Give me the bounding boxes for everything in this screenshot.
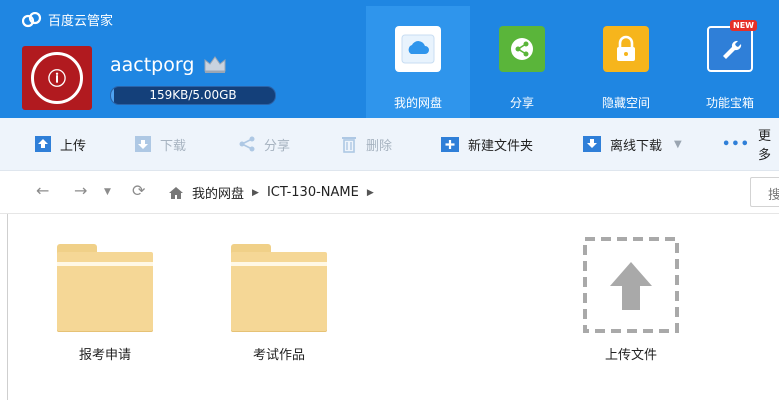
breadcrumb-separator-icon[interactable]: ▶ <box>252 188 259 198</box>
history-dropdown-icon[interactable]: ▼ <box>104 187 111 197</box>
offline-download-button[interactable]: 离线下载 ▼ <box>582 118 682 170</box>
search-placeholder: 搜 <box>768 188 779 203</box>
upload-file-label: 上传文件 <box>604 348 657 363</box>
tab-label: 分享 <box>509 96 534 110</box>
app-header: 百度云管家 ⓘ aactporg 159KB/5.00GB 我的网盘 分享 隐藏… <box>0 0 779 118</box>
vip-crown-icon[interactable] <box>203 54 227 74</box>
quota-text: 159KB/5.00GB <box>149 88 237 102</box>
folder-icon <box>57 244 153 332</box>
tab-hidden-space[interactable]: 隐藏空间 <box>574 6 678 118</box>
download-button[interactable]: 下载 <box>134 118 186 170</box>
app-brand: 百度云管家 <box>22 10 113 29</box>
file-area: 报考申请 考试作品 上传文件 <box>0 214 779 400</box>
upload-arrow-icon <box>582 236 680 334</box>
breadcrumb-separator-icon[interactable]: ▶ <box>367 188 374 198</box>
folder-icon <box>231 244 327 332</box>
avatar[interactable]: ⓘ <box>22 46 92 110</box>
tab-label: 我的网盘 <box>393 96 442 110</box>
chevron-down-icon[interactable]: ▼ <box>674 139 682 150</box>
download-icon <box>135 136 151 152</box>
home-icon[interactable] <box>168 186 184 200</box>
share-label: 分享 <box>264 138 291 154</box>
new-badge: NEW <box>730 20 757 31</box>
folder-item[interactable]: 考试作品 <box>224 244 334 363</box>
more-button[interactable]: ••• 更多 <box>722 118 779 170</box>
upload-label: 上传 <box>60 138 87 154</box>
tab-toolbox[interactable]: NEW 功能宝箱 <box>678 6 779 118</box>
tab-share[interactable]: 分享 <box>470 6 574 118</box>
offline-download-label: 离线下载 <box>610 138 663 154</box>
address-bar: ← → ▼ ⟳ 我的网盘 ▶ ICT-130-NAME ▶ 搜 <box>0 171 779 214</box>
share-button[interactable]: 分享 <box>238 118 290 170</box>
quota-bar: 159KB/5.00GB <box>110 86 276 105</box>
more-label: 更多 <box>757 129 771 163</box>
forward-arrow-icon[interactable]: → <box>74 181 87 200</box>
app-title: 百度云管家 <box>48 14 114 29</box>
username[interactable]: aactporg <box>110 54 194 76</box>
search-input[interactable]: 搜 <box>750 177 779 207</box>
share-small-icon <box>239 136 255 152</box>
new-folder-icon <box>441 137 459 152</box>
tab-label: 隐藏空间 <box>601 96 650 110</box>
upload-file-tile[interactable]: 上传文件 <box>576 236 686 363</box>
new-folder-label: 新建文件夹 <box>468 138 534 154</box>
wrench-icon: NEW <box>707 20 757 72</box>
upload-button[interactable]: 上传 <box>34 118 86 170</box>
avatar-emblem-icon: ⓘ <box>31 52 83 104</box>
breadcrumb-item-my-disk[interactable]: 我的网盘 <box>192 183 244 202</box>
breadcrumb-item-folder[interactable]: ICT-130-NAME <box>267 185 359 200</box>
offline-download-icon <box>583 136 601 152</box>
back-arrow-icon[interactable]: ← <box>36 181 49 200</box>
window-border <box>7 214 8 400</box>
disk-icon <box>395 26 441 72</box>
refresh-icon[interactable]: ⟳ <box>132 181 145 200</box>
folder-name: 报考申请 <box>78 348 131 363</box>
delete-label: 删除 <box>366 138 393 154</box>
trash-icon <box>342 137 356 153</box>
download-label: 下载 <box>160 138 187 154</box>
tab-label: 功能宝箱 <box>705 96 754 110</box>
new-folder-button[interactable]: 新建文件夹 <box>440 118 533 170</box>
folder-item[interactable]: 报考申请 <box>50 244 160 363</box>
more-dots-icon: ••• <box>722 136 750 152</box>
share-icon <box>499 26 545 72</box>
folder-name: 考试作品 <box>252 348 305 363</box>
breadcrumb: 我的网盘 ▶ ICT-130-NAME ▶ <box>168 183 374 202</box>
toolbar: 上传 下载 分享 删除 新建文件夹 离线下载 ▼ ••• 更多 <box>0 118 779 171</box>
tab-my-disk[interactable]: 我的网盘 <box>366 6 470 118</box>
delete-button[interactable]: 删除 <box>340 118 392 170</box>
upload-icon <box>35 136 51 152</box>
cloud-logo-icon <box>22 11 42 27</box>
lock-icon <box>603 26 649 72</box>
